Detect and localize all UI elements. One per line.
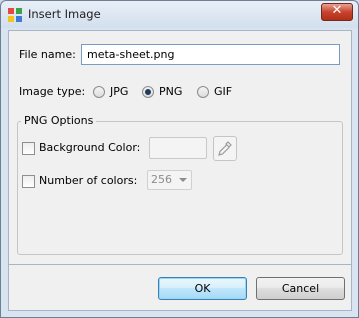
insert-image-dialog: Insert Image ✕ File name: Image type: JP…: [0, 0, 359, 318]
background-color-label[interactable]: Background Color:: [39, 141, 140, 154]
radio-jpg[interactable]: [93, 86, 105, 98]
button-bar: OK Cancel: [8, 265, 352, 311]
dialog-body: File name: Image type: JPG PNG GIF PNG O…: [8, 30, 352, 265]
background-color-checkbox[interactable]: [22, 142, 35, 155]
close-button[interactable]: ✕: [321, 3, 353, 21]
close-icon: ✕: [331, 3, 343, 18]
radio-gif[interactable]: [197, 86, 209, 98]
cancel-button[interactable]: Cancel: [256, 277, 345, 300]
chevron-down-icon: [179, 178, 187, 182]
radio-png-label[interactable]: PNG: [159, 85, 182, 98]
file-name-input[interactable]: [81, 44, 340, 65]
png-options-title: PNG Options: [21, 114, 97, 127]
image-type-label: Image type:: [19, 85, 86, 98]
number-of-colors-select[interactable]: 256: [147, 170, 192, 190]
radio-png[interactable]: [142, 86, 154, 98]
background-color-swatch[interactable]: [149, 137, 207, 159]
radio-jpg-label[interactable]: JPG: [110, 85, 128, 98]
radio-gif-label[interactable]: GIF: [214, 85, 232, 98]
window-title: Insert Image: [28, 7, 101, 21]
color-picker-button[interactable]: [213, 136, 237, 161]
title-bar[interactable]: Insert Image ✕: [1, 1, 358, 28]
number-of-colors-value: 256: [151, 173, 172, 186]
file-name-label: File name:: [19, 48, 76, 61]
app-icon: [8, 8, 22, 22]
eyedropper-icon: [218, 141, 232, 156]
number-of-colors-label[interactable]: Number of colors:: [39, 174, 137, 187]
ok-button[interactable]: OK: [158, 277, 247, 300]
number-of-colors-checkbox[interactable]: [22, 175, 35, 188]
